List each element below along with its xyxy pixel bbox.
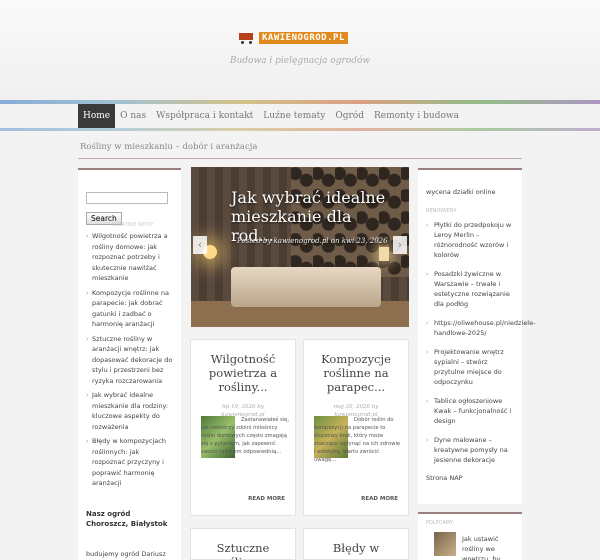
read-more-link[interactable]: READ MORE xyxy=(361,496,398,502)
list-item[interactable]: Płytki do przedpokoju w Leroy Merlin – r… xyxy=(426,220,514,260)
recommended-thumbnail[interactable] xyxy=(434,532,456,556)
site-header: KAWIENOGROD.PL Budowa i pielęgnacja ogro… xyxy=(0,0,600,100)
list-item[interactable]: Jak wybrać idealne mieszkanie dla rodzin… xyxy=(86,390,173,432)
nav-item-o-nas[interactable]: O nas xyxy=(115,104,151,128)
post-card: Błędy w xyxy=(303,528,409,560)
post-card: Wilgotność powietrza a rośliny... lip 10… xyxy=(190,339,296,516)
nav-item-remonty[interactable]: Remonty i budowa xyxy=(369,104,464,128)
post-excerpt: Dobór roślin do kompozycji na parapecie … xyxy=(314,417,401,463)
post-card: Kompozycje roślinne na parapec... maj 20… xyxy=(303,339,409,516)
widget-heading: RENOWIENY xyxy=(426,208,457,214)
list-item[interactable]: Posadzki żywiczne w Warszawie – trwałe i… xyxy=(426,269,514,309)
wheelbarrow-icon xyxy=(237,32,257,44)
nav-item-ogrod[interactable]: Ogród xyxy=(330,104,369,128)
post-title[interactable]: Wilgotność powietrza a rośliny... xyxy=(191,352,295,394)
list-item[interactable]: Tablice ogłoszeniowe Kwak – funkcjonalno… xyxy=(426,396,514,426)
recent-posts-label: OSTATNIE WPISY xyxy=(112,222,154,228)
post-title[interactable]: Kompozycje roślinne na parapec... xyxy=(304,352,408,394)
nav-item-home[interactable]: Home xyxy=(78,104,116,128)
main-nav: Home O nas Współpraca i kontakt Luźne te… xyxy=(78,104,464,128)
breadcrumb-divider xyxy=(78,158,522,159)
slide-image-lamp xyxy=(379,247,389,261)
list-item[interactable]: Wilgotność powietrza a rośliny domowe: j… xyxy=(86,231,173,284)
widget-text[interactable]: budujemy ogród Dariusz Dworakowski xyxy=(86,549,173,560)
left-sidebar: Search OSTATNIE WPISY Wilgotność powietr… xyxy=(78,168,181,560)
featured-slider[interactable]: Jak wybrać idealne mieszkanie dla rod...… xyxy=(191,167,409,327)
post-card: Sztuczne rośliny w xyxy=(190,528,296,560)
list-item[interactable]: Błędy w kompozycjach roślinnych: jak roz… xyxy=(86,436,173,489)
widget-heading: POLECAMY xyxy=(426,520,454,526)
nav-item-luzne-tematy[interactable]: Luźne tematy xyxy=(258,104,330,128)
links-list: Płytki do przedpokoju w Leroy Merlin – r… xyxy=(426,220,535,465)
widget-link[interactable]: wycena działki online xyxy=(426,188,514,196)
post-date: lip 10, 2026 by xyxy=(222,404,264,410)
post-date: maj 20, 2026 by xyxy=(333,404,379,410)
right-sidebar: wycena działki online RENOWIENY Płytki d… xyxy=(418,168,535,504)
nav-stripe xyxy=(0,128,600,131)
read-more-link[interactable]: READ MORE xyxy=(248,496,285,502)
post-title[interactable]: Błędy w xyxy=(304,541,408,555)
list-item[interactable]: Sztuczne rośliny w aranżacji wnętrz: jak… xyxy=(86,334,173,387)
post-title[interactable]: Sztuczne rośliny w xyxy=(191,541,295,560)
search-input[interactable] xyxy=(86,192,168,204)
list-item[interactable]: https://oliwehouse.pl/niedziele-handlowe… xyxy=(426,318,535,338)
slider-next-icon[interactable]: › xyxy=(393,236,407,254)
slider-prev-icon[interactable]: ‹ xyxy=(193,236,207,254)
logo-text: KAWIENOGROD.PL xyxy=(259,32,348,44)
recommended-link[interactable]: Jak ustawić rośliny we wnętrzu, by xyxy=(462,534,516,560)
site-logo[interactable]: KAWIENOGROD.PL xyxy=(237,32,348,44)
nav-item-wspolpraca[interactable]: Współpraca i kontakt xyxy=(151,104,258,128)
list-item[interactable]: Kompozycje roślinne na parapecie: jak do… xyxy=(86,288,173,330)
slide-image-bed xyxy=(231,267,381,307)
list-item[interactable]: Projektowanie wnętrz sypialni – stwórz p… xyxy=(426,347,514,387)
recent-posts-list: Wilgotność powietrza a rośliny domowe: j… xyxy=(86,231,173,489)
widget-heading: Nasz ogród Choroszcz, Białystok xyxy=(86,509,168,528)
widget-link[interactable]: Strona NAP xyxy=(426,474,514,482)
slide-meta: Posted by kawienogrod.pl on kwi 23, 2026 xyxy=(237,237,388,245)
breadcrumb: Rośliny w mieszkaniu – dobór i aranżacja xyxy=(80,142,258,152)
recommended-widget: POLECAMY Jak ustawić rośliny we wnętrzu,… xyxy=(418,512,522,560)
post-excerpt: Zastanawiałeś się, jak niektórzy zdolni … xyxy=(201,417,289,455)
list-item[interactable]: Dyne malowane – kreatywne pomysły na jes… xyxy=(426,435,514,465)
site-tagline: Budowa i pielęgnacja ogrodów xyxy=(229,56,371,66)
